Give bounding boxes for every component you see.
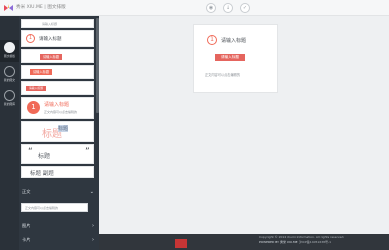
style-quote-title[interactable]: “ 标题 ” — [21, 144, 94, 164]
edit-icon — [4, 66, 15, 77]
document-icon — [4, 42, 15, 53]
style-small-tag-card[interactable]: 请输入标题 — [21, 81, 94, 95]
xiumi-logo — [4, 4, 13, 11]
save-icon[interactable]: ✓ — [240, 3, 250, 13]
brand-logo — [175, 239, 187, 248]
chevron-right-icon: › — [92, 237, 94, 243]
chevron-right-icon: › — [92, 223, 94, 229]
style-banner-card[interactable]: 请输入标题 — [21, 49, 94, 63]
app: 秀米 XIU.ME | 图文排版 ◉ ↓ ✓ 图文模板 我的图文 我的图库 请输… — [0, 0, 389, 250]
download-icon[interactable]: ↓ — [223, 3, 233, 13]
document-preview[interactable]: 1 请输入标题 请输入标题 正文内容可以点击编辑的 — [193, 24, 278, 93]
section-card[interactable]: 卡片 › — [19, 233, 99, 247]
chevron-down-icon: ⌄ — [89, 189, 94, 195]
style-caption-card[interactable]: 请输入标题 — [21, 19, 94, 28]
section-image[interactable]: 图片 › — [19, 219, 99, 233]
image-icon — [4, 90, 15, 101]
text-input[interactable]: 正文内容可以点击编辑的 — [21, 203, 88, 212]
style-numbered-title[interactable]: 1 请输入标题 — [21, 30, 94, 47]
nav-my-articles[interactable]: 我的图文 — [0, 64, 19, 86]
app-title: 秀米 XIU.ME | 图文排版 — [16, 5, 66, 10]
style-big-title[interactable]: 标题 标题 — [21, 121, 94, 142]
footer: Copyright © 2014 Xiumi Information. All … — [99, 234, 389, 250]
left-nav: 图文模板 我的图文 我的图库 — [0, 16, 19, 250]
style-circle-title[interactable]: 1 请输入标题 正文内容可以点击编辑的 — [21, 97, 94, 119]
style-title-subtitle[interactable]: 标题 副题 — [21, 166, 94, 178]
section-text[interactable]: 正文 ⌄ — [19, 185, 99, 199]
style-ribbon-card[interactable]: 请输入标题 — [21, 65, 94, 79]
preview-icon[interactable]: ◉ — [206, 3, 216, 13]
top-bar: 秀米 XIU.ME | 图文排版 ◉ ↓ ✓ — [0, 0, 389, 16]
nav-templates[interactable]: 图文模板 — [0, 40, 19, 62]
nav-my-images[interactable]: 我的图库 — [0, 88, 19, 110]
